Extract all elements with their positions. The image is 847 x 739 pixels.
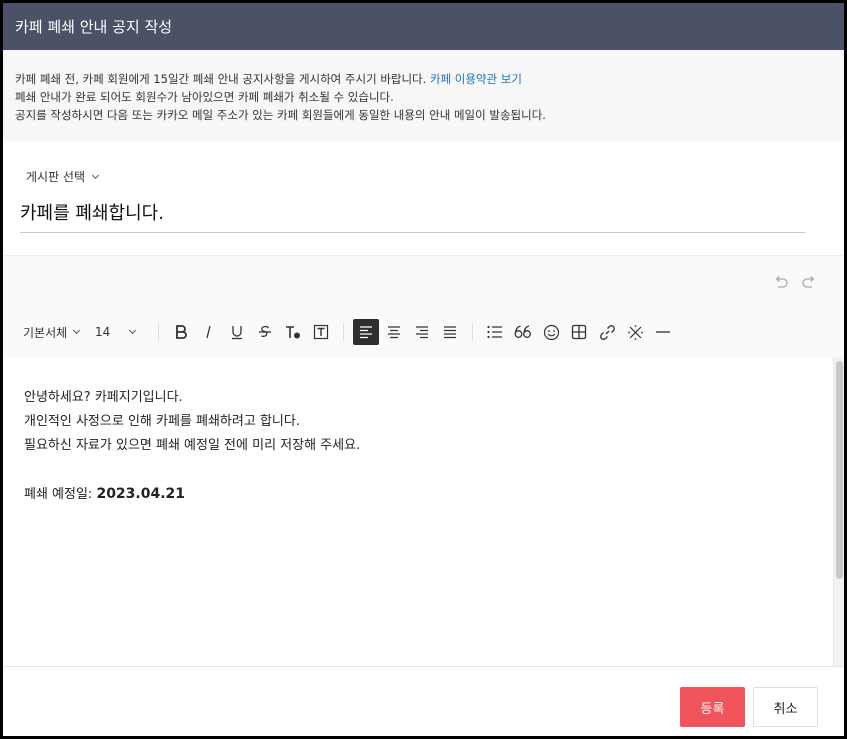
dialog-footer: 등록 취소 — [3, 666, 844, 736]
underline-icon[interactable] — [224, 319, 250, 345]
text-color-icon[interactable] — [280, 319, 306, 345]
align-center-icon[interactable] — [381, 319, 407, 345]
quote-icon[interactable] — [510, 319, 536, 345]
chevron-down-icon — [91, 171, 100, 179]
align-justify-icon[interactable] — [437, 319, 463, 345]
align-left-icon[interactable] — [353, 319, 379, 345]
undo-icon[interactable] — [772, 273, 790, 291]
editor-toolbar: 기본서체 14 — [3, 306, 844, 358]
closing-date-value: 2023.04.21 — [96, 486, 186, 502]
dialog-title: 카페 폐쇄 안내 공지 작성 — [15, 18, 173, 36]
align-right-icon[interactable] — [409, 319, 435, 345]
emoji-icon[interactable] — [538, 319, 564, 345]
editor-body[interactable]: 안녕하세요? 카페지기입니다. 개인적인 사정으로 인해 카페를 폐쇄하려고 합… — [3, 358, 833, 666]
undo-redo-bar — [3, 256, 844, 306]
notice-line-1: 카페 폐쇄 전, 카페 회원에게 15일간 폐쇄 안내 공지사항을 게시하여 주… — [15, 70, 832, 88]
toolbar-separator — [343, 323, 344, 341]
board-select-label: 게시판 선택 — [26, 170, 86, 184]
italic-icon[interactable] — [196, 319, 222, 345]
table-icon[interactable] — [566, 319, 592, 345]
toolbar-separator — [158, 323, 159, 341]
strikethrough-icon[interactable] — [252, 319, 278, 345]
notice-text-1: 카페 폐쇄 전, 카페 회원에게 15일간 폐쇄 안내 공지사항을 게시하여 주… — [15, 72, 430, 86]
dialog-titlebar: 카페 폐쇄 안내 공지 작성 — [3, 3, 844, 50]
notice-dialog: 카페 폐쇄 안내 공지 작성 카페 폐쇄 전, 카페 회원에게 15일간 폐쇄 … — [3, 3, 844, 736]
terms-link[interactable]: 카페 이용약관 보기 — [430, 72, 522, 86]
horizontal-rule-icon[interactable] — [650, 319, 676, 345]
scrollbar-thumb[interactable] — [836, 361, 843, 579]
bullet-list-icon[interactable] — [482, 319, 508, 345]
title-input[interactable] — [20, 199, 805, 233]
notice-box: 카페 폐쇄 전, 카페 회원에게 15일간 폐쇄 안내 공지사항을 게시하여 주… — [3, 50, 844, 141]
notice-line-2: 폐쇄 안내가 완료 되어도 회원수가 남아있으면 카페 폐쇄가 취소될 수 있습… — [15, 90, 394, 104]
font-size-value: 14 — [95, 325, 111, 339]
text-background-icon[interactable] — [308, 319, 334, 345]
editor-empty-line — [24, 458, 812, 482]
editor-scrollbar[interactable] — [833, 358, 844, 666]
font-size-select[interactable]: 14 — [95, 325, 150, 339]
editor-line-3: 필요하신 자료가 있으면 폐쇄 예정일 전에 미리 저장해 주세요. — [24, 438, 361, 453]
editor-line-date: 폐쇄 예정일: 2023.04.21 — [24, 482, 812, 507]
submit-button[interactable]: 등록 — [680, 687, 745, 727]
redo-icon[interactable] — [800, 273, 818, 291]
font-family-select[interactable]: 기본서체 — [23, 324, 95, 341]
editor-line-2: 개인적인 사정으로 인해 카페를 폐쇄하려고 합니다. — [24, 414, 300, 429]
closing-date-label: 폐쇄 예정일: — [24, 487, 97, 502]
editor-line-1: 안녕하세요? 카페지기입니다. — [24, 390, 183, 405]
board-select-dropdown[interactable]: 게시판 선택 — [26, 168, 100, 185]
toolbar-separator — [472, 323, 473, 341]
clear-format-icon[interactable] — [622, 319, 648, 345]
bold-icon[interactable] — [168, 319, 194, 345]
link-icon[interactable] — [594, 319, 620, 345]
notice-line-3: 공지를 작성하시면 다음 또는 카카오 메일 주소가 있는 카페 회원들에게 동… — [15, 108, 546, 122]
font-family-value: 기본서체 — [23, 325, 68, 340]
chevron-down-icon — [129, 326, 137, 335]
cancel-button[interactable]: 취소 — [753, 687, 818, 727]
chevron-down-icon — [73, 326, 81, 335]
